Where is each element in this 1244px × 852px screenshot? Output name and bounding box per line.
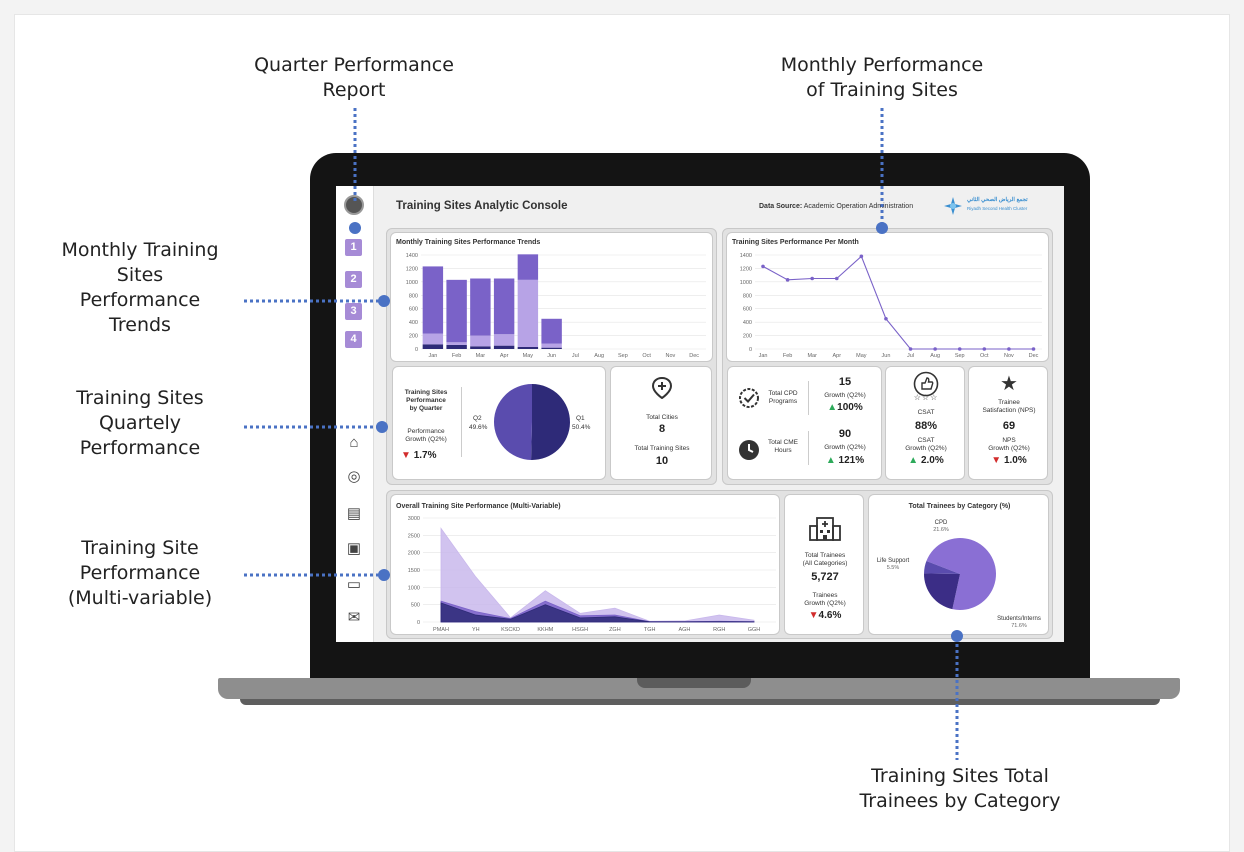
- connector-dot: [951, 630, 963, 642]
- connector-dot: [876, 222, 888, 234]
- connector-dot: [376, 421, 388, 433]
- connector-dot: [378, 569, 390, 581]
- callout-connectors: [244, 108, 963, 760]
- connector-dot: [349, 222, 361, 234]
- connector-dot: [378, 295, 390, 307]
